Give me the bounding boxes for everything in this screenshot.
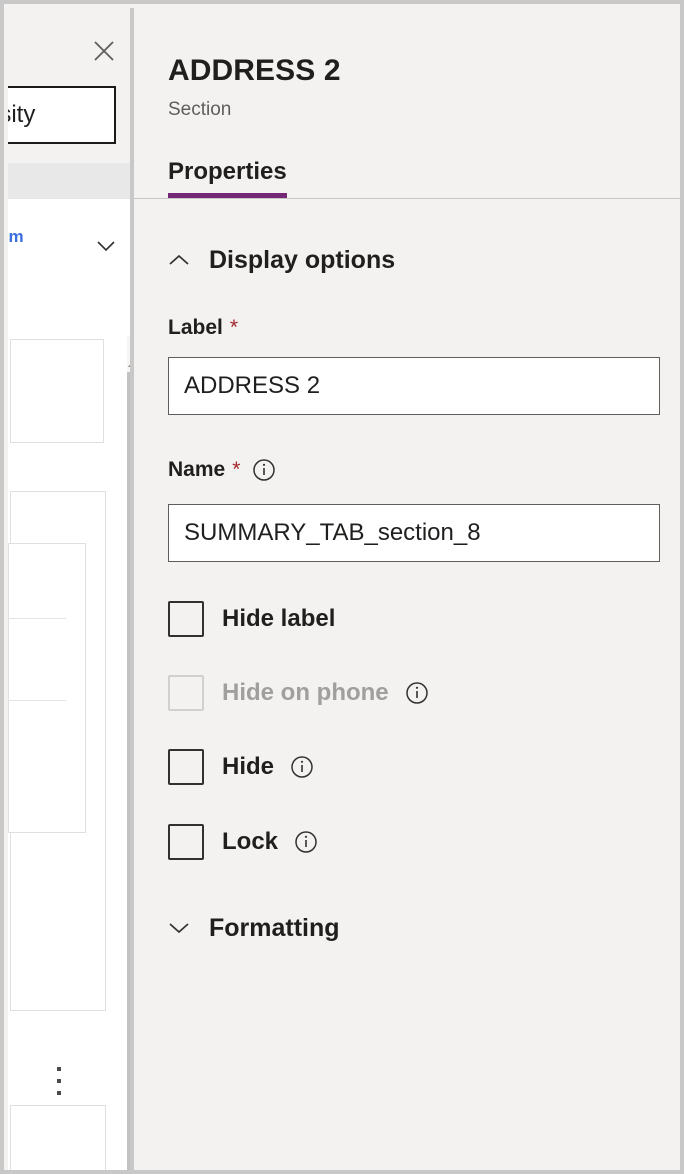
panel-body: Display options Label * ADDRESS 2 Name *	[134, 199, 684, 1174]
page-title: ADDRESS 2	[168, 54, 341, 88]
info-icon[interactable]	[252, 458, 276, 482]
section-title: Formatting	[209, 914, 340, 943]
info-icon[interactable]	[405, 681, 429, 705]
name-input[interactable]: SUMMARY_TAB_section_8	[168, 504, 660, 562]
panel-header: ADDRESS 2 Section Properties	[134, 8, 684, 199]
label-field-label: Label *	[168, 316, 238, 340]
record-name-link[interactable]: dstrom	[8, 227, 24, 247]
more-vertical-icon[interactable]	[52, 1067, 66, 1095]
checkbox-label: Hide on phone	[222, 679, 389, 707]
info-icon[interactable]	[294, 830, 318, 854]
properties-panel: ADDRESS 2 Section Properties	[134, 8, 684, 1174]
checkbox-label: Hide label	[222, 605, 335, 633]
close-button[interactable]	[86, 34, 122, 68]
label-text: Name	[168, 458, 225, 482]
checkbox-box[interactable]	[168, 601, 204, 637]
name-field-label: Name *	[168, 458, 276, 482]
preview-divider	[8, 700, 66, 701]
application-window: nsity dstrom ◢	[0, 0, 684, 1174]
checkbox-hide-label[interactable]: Hide label	[168, 601, 335, 637]
chevron-down-icon[interactable]	[94, 238, 118, 254]
checkbox-label: Lock	[222, 828, 278, 856]
info-icon[interactable]	[290, 755, 314, 779]
preview-section-box[interactable]	[10, 1105, 106, 1171]
panel-subtitle: Section	[168, 99, 231, 121]
section-header-display-options[interactable]: Display options	[162, 243, 395, 277]
label-input[interactable]: ADDRESS 2	[168, 357, 660, 415]
section-title: Display options	[209, 246, 395, 275]
tab-properties[interactable]: Properties	[168, 158, 287, 198]
preview-section-box[interactable]	[10, 339, 104, 443]
density-input[interactable]: nsity	[8, 86, 116, 144]
checkbox-box[interactable]	[168, 749, 204, 785]
close-icon	[93, 40, 115, 62]
checkbox-hide[interactable]: Hide	[168, 749, 314, 785]
checkbox-lock[interactable]: Lock	[168, 824, 318, 860]
form-preview-area[interactable]	[8, 283, 130, 1174]
chevron-down-icon[interactable]	[162, 911, 196, 945]
checkbox-box	[168, 675, 204, 711]
required-marker: *	[232, 458, 240, 482]
canvas-toolbar-band	[8, 163, 130, 199]
chevron-up-icon[interactable]	[162, 243, 196, 277]
checkbox-box[interactable]	[168, 824, 204, 860]
preview-divider	[8, 618, 66, 619]
checkbox-hide-on-phone: Hide on phone	[168, 675, 429, 711]
panel-tabstrip: Properties	[168, 158, 287, 198]
section-header-formatting[interactable]: Formatting	[162, 911, 340, 945]
form-designer-canvas-pane: nsity dstrom ◢	[8, 8, 130, 1174]
preview-subsection-box[interactable]	[8, 543, 86, 833]
checkbox-label: Hide	[222, 753, 274, 781]
required-marker: *	[230, 316, 238, 340]
label-text: Label	[168, 316, 223, 340]
